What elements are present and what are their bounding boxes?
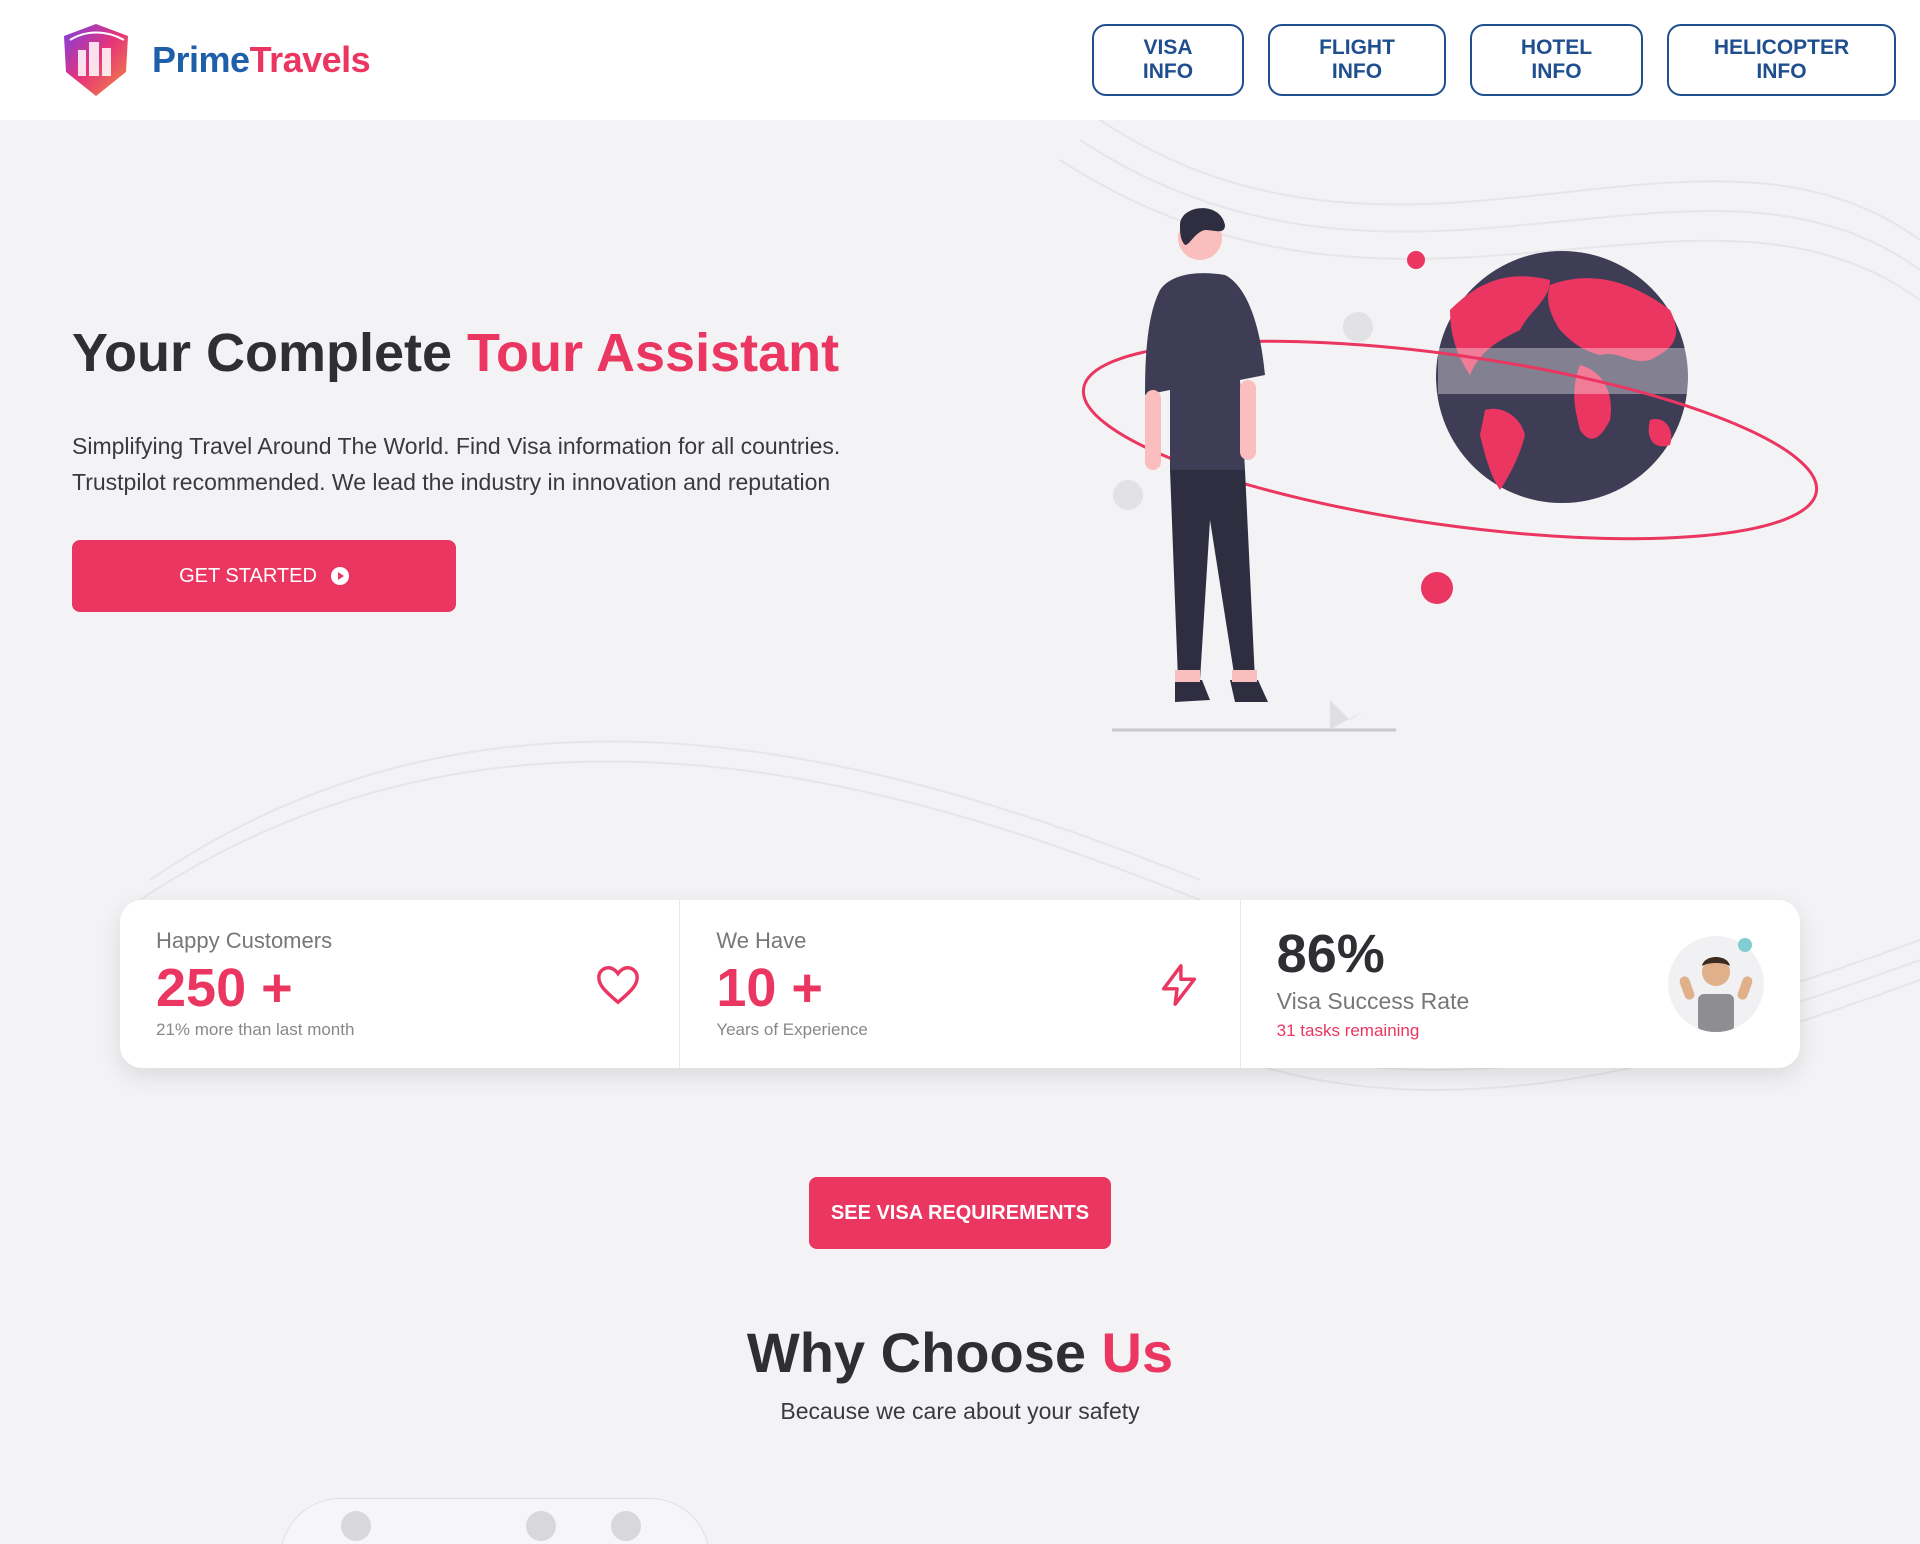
hero-title: Your Complete Tour Assistant: [72, 323, 840, 383]
play-circle-icon: [330, 567, 349, 585]
stat-label: We Have: [716, 928, 807, 953]
lightning-icon: [1161, 964, 1196, 1006]
nav-visa-info-button[interactable]: VISA INFO: [1092, 24, 1244, 96]
avatar: [1667, 936, 1764, 1032]
stat-experience: We Have 10 + Years of Experience: [679, 900, 1239, 1068]
heart-icon: [597, 966, 640, 1005]
shield-logo-icon: [64, 24, 128, 96]
stat-label: Happy Customers: [156, 928, 333, 953]
feature-card-partial: [280, 1498, 710, 1544]
stat-happy-customers: Happy Customers 250 + 21% more than last…: [120, 900, 679, 1068]
check-icon: [341, 1511, 371, 1541]
status-dot: [1737, 938, 1752, 952]
see-visa-requirements-button[interactable]: SEE VISA REQUIREMENTS: [809, 1177, 1111, 1249]
stat-note: 21% more than last month: [156, 1020, 355, 1039]
stats-card: Happy Customers 250 + 21% more than last…: [120, 900, 1800, 1068]
check-icon: [611, 1511, 641, 1541]
nav-flight-info-button[interactable]: FLIGHT INFO: [1268, 24, 1446, 96]
nav-hotel-info-button[interactable]: HOTEL INFO: [1470, 24, 1643, 96]
nav-helicopter-info-button[interactable]: HELICOPTER INFO: [1667, 24, 1896, 96]
brand-logo[interactable]: PrimeTravels: [56, 20, 371, 100]
stat-value: 250 +: [156, 958, 293, 1018]
stat-visa-success: 86% Visa Success Rate 31 tasks remaining: [1239, 900, 1800, 1068]
main-nav: VISA INFO FLIGHT INFO HOTEL INFO HELICOP…: [1092, 24, 1896, 96]
hero-subtitle: Simplifying Travel Around The World. Fin…: [72, 433, 841, 495]
site-header: PrimeTravels VISA INFO FLIGHT INFO HOTEL…: [0, 0, 1920, 120]
why-choose-us-subtitle: Because we care about your safety: [780, 1398, 1140, 1424]
brand-name: PrimeTravels: [152, 39, 371, 80]
traveler-globe-illustration: [1081, 208, 1819, 732]
stat-note: Years of Experience: [716, 1020, 868, 1039]
get-started-button[interactable]: GET STARTED: [72, 540, 456, 612]
check-icon: [526, 1511, 556, 1541]
why-choose-us-title: Why Choose Us: [746, 1321, 1174, 1384]
stat-value: 10 +: [716, 958, 823, 1018]
